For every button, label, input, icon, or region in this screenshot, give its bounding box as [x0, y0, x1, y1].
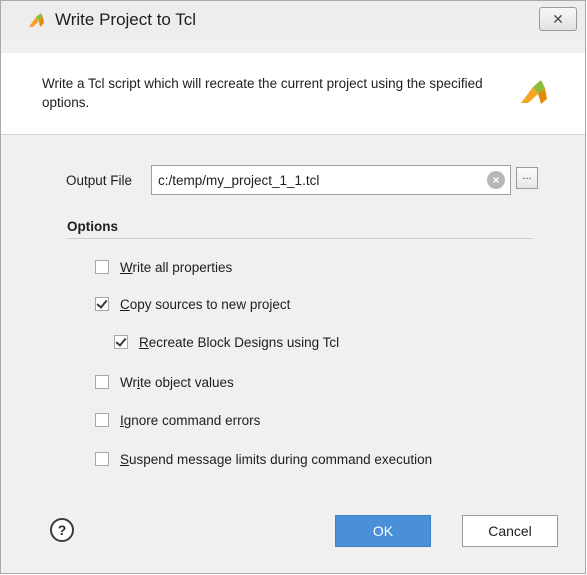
browse-button[interactable]: ... [516, 167, 538, 189]
option-label: Recreate Block Designs using Tcl [139, 334, 340, 350]
xilinx-logo-icon [29, 13, 44, 27]
close-icon: ✕ [552, 11, 564, 27]
option-ignore-command-errors[interactable]: Ignore command errors [95, 410, 260, 430]
checkbox[interactable] [95, 452, 109, 466]
checkbox[interactable] [114, 335, 128, 349]
options-divider [67, 238, 533, 239]
option-copy-sources[interactable]: Copy sources to new project [95, 294, 290, 314]
xilinx-logo-icon [521, 80, 547, 104]
window-title: Write Project to Tcl [55, 10, 197, 29]
clear-icon[interactable]: × [487, 171, 505, 189]
option-suspend-message-limits[interactable]: Suspend message limits during command ex… [95, 449, 432, 469]
option-label: Write all properties [120, 259, 233, 275]
ok-button[interactable]: OK [335, 515, 431, 547]
option-write-object-values[interactable]: Write object values [95, 372, 234, 392]
close-button[interactable]: ✕ [539, 7, 577, 31]
write-project-dialog: Write Project to Tcl ✕ Write a Tcl scrip… [0, 0, 586, 574]
output-file-field[interactable]: × [151, 165, 511, 195]
option-label: Ignore command errors [120, 412, 261, 428]
checkbox[interactable] [95, 413, 109, 427]
output-file-label: Output File [66, 173, 133, 188]
option-label: Copy sources to new project [120, 296, 291, 312]
checkbox[interactable] [95, 260, 109, 274]
option-recreate-block-designs[interactable]: Recreate Block Designs using Tcl [114, 332, 339, 352]
header-panel: Write a Tcl script which will recreate t… [1, 53, 585, 135]
title-bar[interactable]: Write Project to Tcl ✕ [1, 1, 585, 39]
checkbox[interactable] [95, 375, 109, 389]
cancel-button[interactable]: Cancel [462, 515, 558, 547]
options-heading: Options [67, 219, 118, 234]
checkbox[interactable] [95, 297, 109, 311]
option-label: Suspend message limits during command ex… [120, 451, 433, 467]
option-write-all-properties[interactable]: Write all properties [95, 257, 232, 277]
header-description: Write a Tcl script which will recreate t… [42, 76, 483, 110]
option-label: Write object values [120, 374, 234, 390]
help-icon[interactable]: ? [50, 518, 74, 542]
output-file-input[interactable] [152, 166, 482, 194]
